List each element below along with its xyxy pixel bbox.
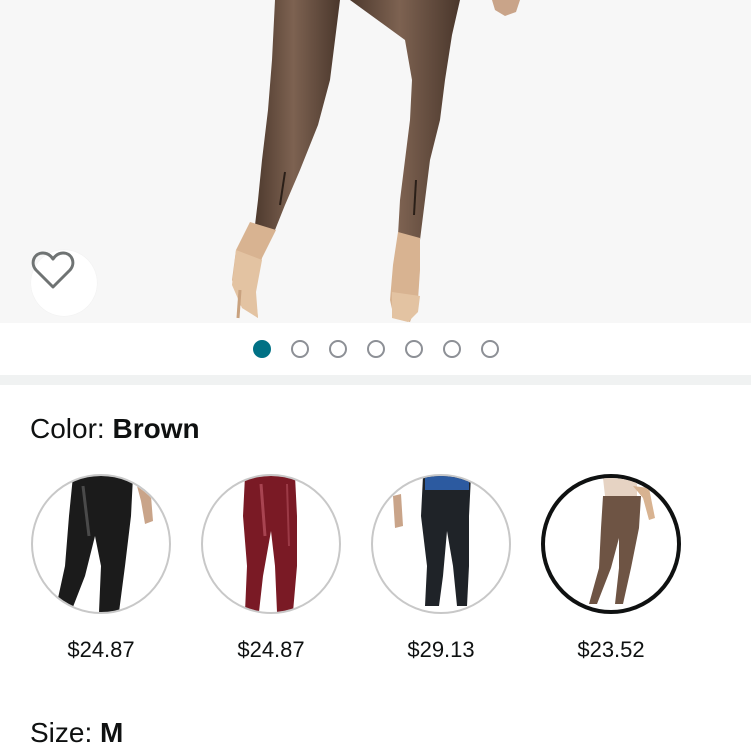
carousel-dot[interactable]: [252, 340, 271, 358]
swatch-price: $23.52: [577, 637, 645, 662]
color-swatch-brown[interactable]: $23.52: [541, 474, 681, 664]
swatch-thumbnail: [31, 474, 171, 614]
carousel-dot[interactable]: [480, 340, 499, 358]
color-swatch-list: $24.87 $24.87 $29.13 $23.52: [31, 474, 711, 664]
carousel-dot[interactable]: [366, 340, 385, 358]
swatch-price: $29.13: [407, 637, 475, 662]
heart-icon: [31, 251, 75, 289]
carousel-indicator: [0, 323, 751, 375]
section-divider: [0, 375, 751, 385]
selected-size-value: M: [100, 717, 124, 748]
swatch-price: $24.87: [67, 637, 135, 662]
swatch-thumbnail: [371, 474, 511, 614]
carousel-dot[interactable]: [328, 340, 347, 358]
color-selector-label: Color: Brown: [30, 412, 200, 446]
size-label-text: Size:: [30, 717, 93, 748]
color-swatch-black-split[interactable]: $29.13: [371, 474, 511, 664]
size-selector-label: Size: M: [30, 716, 123, 750]
color-swatch-burgundy[interactable]: $24.87: [201, 474, 341, 664]
carousel-dot[interactable]: [404, 340, 423, 358]
product-image[interactable]: [0, 0, 751, 323]
carousel-dot[interactable]: [442, 340, 461, 358]
wishlist-button[interactable]: [31, 250, 97, 316]
color-swatch-black[interactable]: $24.87: [31, 474, 171, 664]
color-label-text: Color:: [30, 413, 105, 444]
swatch-thumbnail: [541, 474, 681, 614]
swatch-price: $24.87: [237, 637, 305, 662]
swatch-thumbnail: [201, 474, 341, 614]
carousel-dot[interactable]: [290, 340, 309, 358]
selected-color-value: Brown: [112, 413, 200, 444]
product-photo: [232, 0, 520, 322]
